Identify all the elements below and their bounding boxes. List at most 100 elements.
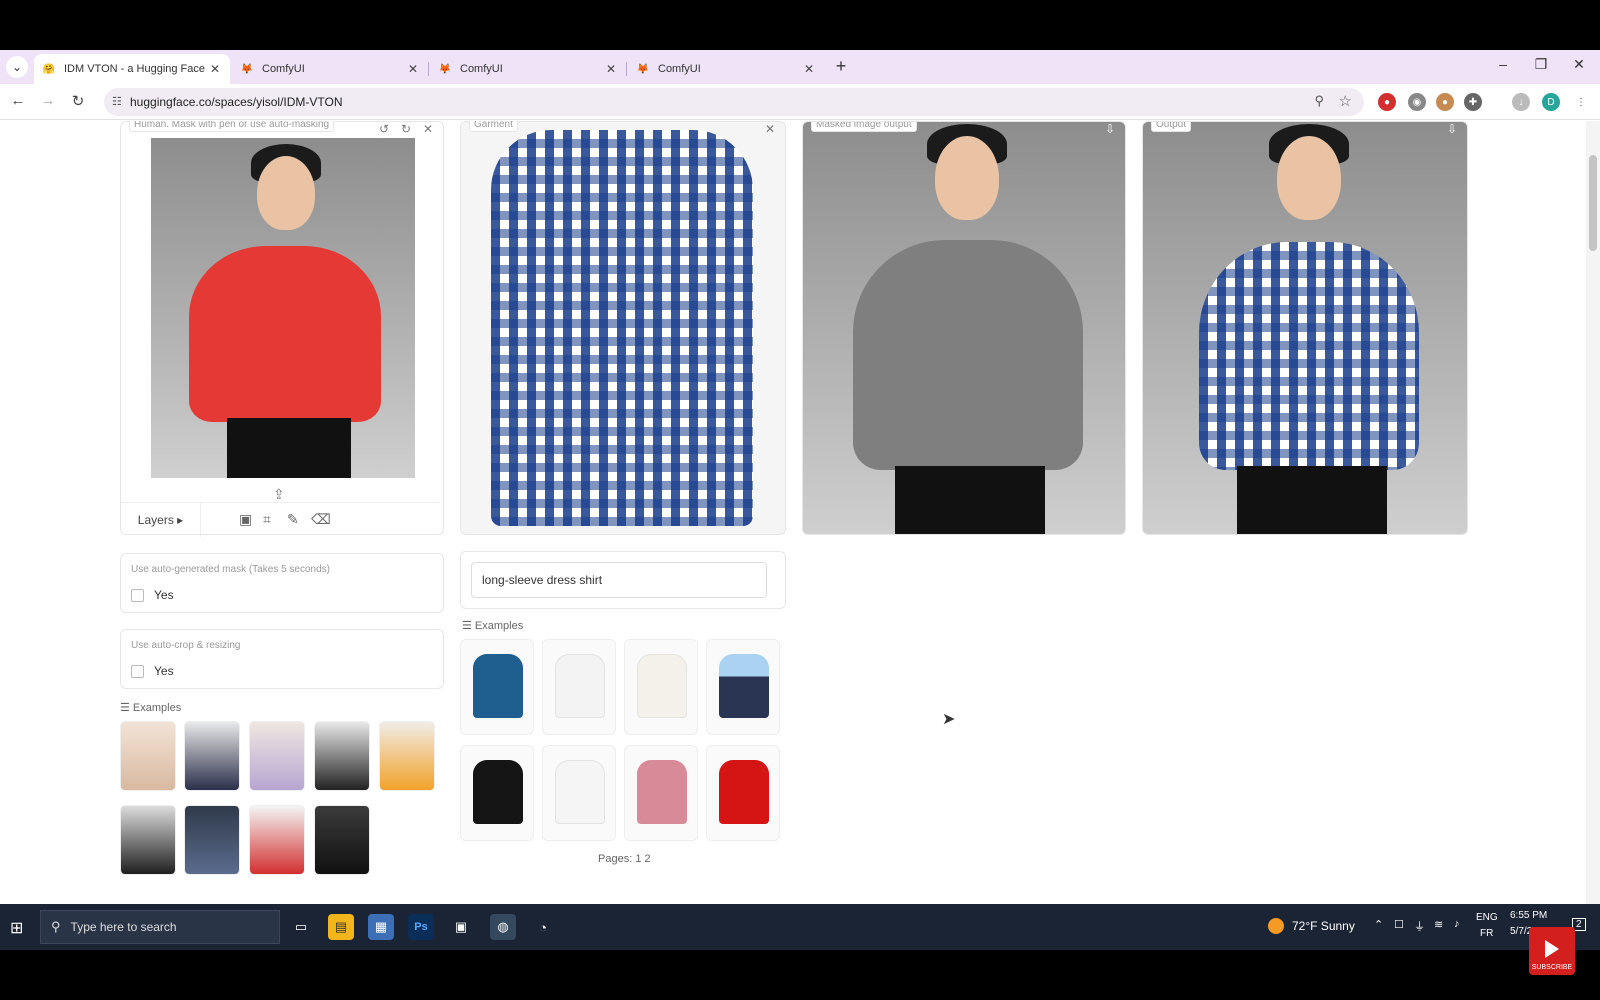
zoom-icon[interactable]: ⚲ (1314, 93, 1324, 109)
chrome-icon[interactable]: ◍ (490, 914, 516, 940)
human-image-editor[interactable]: Human. Mask with pen or use auto-masking… (120, 121, 444, 537)
garment-description-group: long-sleeve dress shirt (460, 551, 786, 609)
tab-comfyui-1[interactable]: 🦊 ComfyUI ✕ (232, 54, 428, 84)
profile-avatar[interactable]: D (1542, 93, 1560, 111)
editor-toolbar: Layers ▸ ▣ ⌗ ✎ ⌫ (121, 502, 439, 537)
file-explorer-icon[interactable]: ▤ (328, 914, 354, 940)
tab-comfyui-2[interactable]: 🦊 ComfyUI ✕ (430, 54, 626, 84)
new-tab-button[interactable]: + (830, 56, 852, 77)
auto-mask-label: Use auto-generated mask (Takes 5 seconds… (131, 564, 330, 575)
garment-example-thumb[interactable] (706, 639, 780, 735)
microphone-icon[interactable]: ⏚ (1414, 918, 1425, 934)
close-icon[interactable]: ✕ (208, 62, 222, 76)
browser-toolbar: ← → ↻ ☷ huggingface.co/spaces/yisol/IDM-… (0, 84, 1600, 120)
layers-button[interactable]: Layers ▸ (121, 503, 201, 537)
cookie-extension-icon[interactable]: ● (1436, 93, 1454, 111)
minimize-icon[interactable]: – (1492, 56, 1514, 72)
human-example-thumb[interactable] (184, 805, 240, 875)
youtube-subscribe-button[interactable]: SUBSCRIBE (1529, 927, 1575, 975)
download-icon[interactable]: ⇩ (1447, 122, 1457, 136)
weather-widget[interactable]: 72°F Sunny (1268, 918, 1355, 934)
volume-icon[interactable]: ♪ (1454, 918, 1460, 930)
address-bar[interactable]: ☷ huggingface.co/spaces/yisol/IDM-VTON ⚲… (104, 88, 1364, 116)
network-icon[interactable]: ☐ (1394, 918, 1404, 931)
clear-icon[interactable]: ✕ (765, 122, 775, 136)
calculator-icon[interactable]: ▦ (368, 914, 394, 940)
window-close-icon[interactable]: ✕ (1568, 56, 1590, 73)
close-icon[interactable]: ✕ (604, 62, 618, 76)
auto-mask-option[interactable]: Yes (131, 588, 174, 602)
human-example-thumb[interactable] (314, 805, 370, 875)
human-example-thumb[interactable] (120, 805, 176, 875)
garment-example-thumb[interactable] (624, 745, 698, 841)
garment-example-thumb[interactable] (460, 639, 534, 735)
scrollbar-thumb[interactable] (1589, 155, 1597, 251)
hugging-face-icon: 🤗 (42, 63, 56, 75)
photoshop-icon[interactable]: Ps (408, 914, 434, 940)
eraser-icon[interactable]: ⌫ (311, 511, 331, 528)
download-icon[interactable]: ⇩ (1105, 122, 1115, 136)
tab-search-icon[interactable]: ⌄ (6, 56, 28, 78)
camera-extension-icon[interactable]: ◉ (1408, 93, 1426, 111)
garment-description-input[interactable]: long-sleeve dress shirt (471, 562, 767, 598)
human-example-thumb[interactable] (249, 805, 305, 875)
crop-icon[interactable]: ⌗ (263, 511, 271, 528)
human-example-thumb[interactable] (249, 721, 305, 791)
human-example-thumb[interactable] (314, 721, 370, 791)
back-icon[interactable]: ← (8, 92, 28, 109)
forward-icon[interactable]: → (38, 92, 58, 109)
garment-example-thumb[interactable] (706, 745, 780, 841)
url-text[interactable]: huggingface.co/spaces/yisol/IDM-VTON (130, 95, 343, 109)
brush-icon[interactable]: ✎ (287, 511, 299, 528)
auto-crop-option[interactable]: Yes (131, 664, 174, 678)
garment-example-thumb[interactable] (460, 745, 534, 841)
comfyui-icon: 🦊 (240, 63, 254, 75)
masked-image-output: Masked image output ⇩ (802, 121, 1126, 535)
restore-icon[interactable]: ❐ (1530, 56, 1552, 73)
auto-crop-checkbox[interactable] (131, 664, 144, 678)
wifi-icon[interactable]: ≋ (1434, 918, 1443, 931)
garment-image-panel[interactable]: Garment ✕ (460, 121, 786, 535)
garment-shape (555, 654, 605, 718)
human-example-thumb[interactable] (120, 721, 176, 791)
download-icon[interactable]: ↓ (1512, 93, 1530, 111)
tray-expand-icon[interactable]: ⌃ (1374, 918, 1383, 931)
bookmark-star-icon[interactable]: ☆ (1339, 92, 1352, 110)
garment-example-thumb[interactable] (542, 639, 616, 735)
task-view-icon[interactable]: ▭ (288, 914, 314, 940)
redo-icon[interactable]: ↻ (401, 122, 411, 136)
pages-label: Pages: (598, 853, 633, 865)
checkbox-label: Yes (154, 588, 174, 602)
page-link-2[interactable]: 2 (645, 853, 651, 865)
human-example-thumb[interactable] (184, 721, 240, 791)
undo-icon[interactable]: ↺ (379, 122, 389, 136)
human-image[interactable] (151, 138, 415, 478)
record-app-icon[interactable]: ◔ (530, 914, 556, 940)
browser-menu-icon[interactable]: ⋮ (1572, 93, 1590, 111)
page-link-1[interactable]: 1 (635, 853, 641, 865)
clear-icon[interactable]: ✕ (423, 122, 433, 136)
adblock-extension-icon[interactable]: ● (1378, 93, 1396, 111)
site-info-icon[interactable]: ☷ (112, 95, 122, 108)
taskbar-search[interactable]: ⚲ Type here to search (40, 910, 280, 944)
close-icon[interactable]: ✕ (802, 62, 816, 76)
image-icon[interactable]: ▣ (239, 511, 252, 528)
human-example-thumb[interactable] (379, 721, 435, 791)
garment-example-thumb[interactable] (624, 639, 698, 735)
auto-crop-label: Use auto-crop & resizing (131, 640, 241, 651)
close-icon[interactable]: ✕ (406, 62, 420, 76)
language-sub-indicator[interactable]: FR (1480, 928, 1493, 939)
comfyui-icon: 🦊 (438, 63, 452, 75)
camera-app-icon[interactable]: ▣ (448, 914, 474, 940)
tab-idm-vton[interactable]: 🤗 IDM VTON - a Hugging Face Sp ✕ (34, 54, 230, 84)
extensions-puzzle-icon[interactable]: ✚ (1464, 93, 1482, 111)
windows-start-icon[interactable]: ⊞ (10, 918, 23, 938)
tab-comfyui-3[interactable]: 🦊 ComfyUI ✕ (628, 54, 824, 84)
garment-example-thumb[interactable] (542, 745, 616, 841)
clock-time[interactable]: 6:55 PM (1510, 910, 1547, 921)
upload-icon[interactable]: ⇪ (273, 486, 285, 503)
auto-mask-checkbox[interactable] (131, 588, 144, 602)
language-indicator[interactable]: ENG (1476, 912, 1498, 923)
page-scrollbar[interactable] (1586, 121, 1600, 905)
reload-icon[interactable]: ↻ (68, 92, 88, 110)
